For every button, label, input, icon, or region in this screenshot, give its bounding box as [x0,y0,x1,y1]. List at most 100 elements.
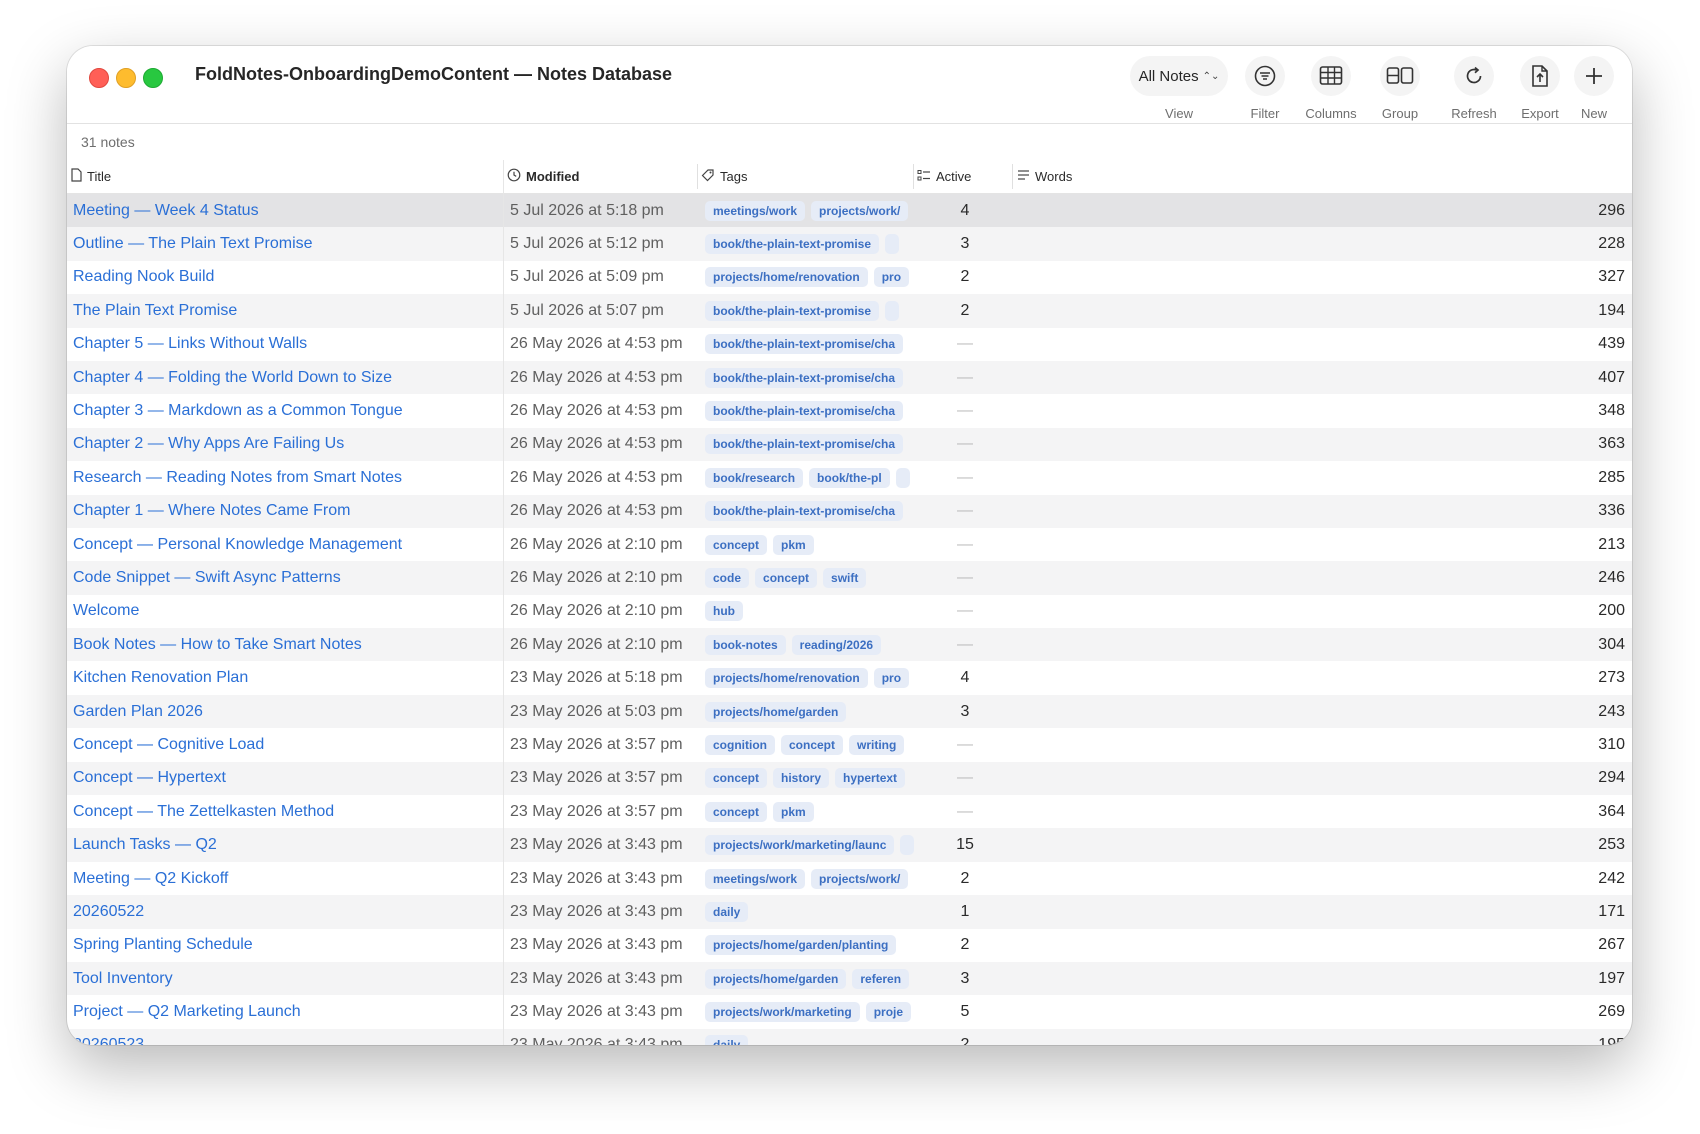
table-row[interactable]: Chapter 4 — Folding the World Down to Si… [67,360,1632,395]
column-header-words[interactable]: Words [1017,160,1072,193]
note-title-link[interactable]: Reading Nook Build [73,268,503,286]
column-header-active[interactable]: Active [917,160,971,193]
tag-chip[interactable]: projects/home/renovation [705,267,868,288]
tag-chip[interactable]: concept [705,534,768,555]
view-select[interactable]: All Notes ⌃⌄ [1130,56,1228,96]
table-row[interactable]: 20260523 23 May 2026 at 3:43 pm daily 2 195 [67,1028,1632,1045]
table-row[interactable]: Garden Plan 2026 23 May 2026 at 5:03 pm pr… [67,694,1632,729]
export-button[interactable] [1520,56,1560,96]
refresh-button[interactable] [1454,56,1494,96]
tag-chip[interactable]: projects/work/marketing [705,1002,860,1023]
tag-chip[interactable]: meetings/work [705,200,806,221]
tag-chip[interactable] [885,234,900,255]
tag-chip[interactable]: code [705,567,750,588]
table-row[interactable]: Reading Nook Build 5 Jul 2026 at 5:09 pm p… [67,261,1632,294]
note-title-link[interactable]: Meeting — Week 4 Status [73,202,503,220]
tag-chip[interactable]: pkm [773,534,814,555]
column-header-title[interactable]: Title [71,160,111,193]
tag-chip[interactable]: history [773,768,830,789]
note-title-link[interactable]: Chapter 2 — Why Apps Are Failing Us [73,435,503,453]
column-header-tags[interactable]: Tags [701,160,747,193]
close-window-button[interactable] [89,68,109,88]
column-divider[interactable] [1012,164,1013,189]
table-row[interactable]: Outline — The Plain Text Promise 5 Jul 20… [67,227,1632,261]
note-title-link[interactable]: Spring Planting Schedule [73,936,503,954]
table-row[interactable]: Welcome 26 May 2026 at 2:10 pm hub — 200 [67,595,1632,628]
table-row[interactable]: Concept — Personal Knowledge Management 2… [67,528,1632,561]
tag-chip[interactable]: hub [705,601,743,622]
tag-chip[interactable]: book/the-pl [809,467,890,488]
note-title-link[interactable]: Chapter 3 — Markdown as a Common Tongue [73,402,503,420]
group-button[interactable] [1380,56,1420,96]
tag-chip[interactable]: projects/work/marketing/launc [705,835,895,856]
note-title-link[interactable]: Book Notes — How to Take Smart Notes [73,636,503,654]
note-title-link[interactable]: 20260522 [73,903,503,921]
tag-chip[interactable]: book-notes [705,634,786,655]
table-row[interactable]: Code Snippet — Swift Async Patterns 26 Ma… [67,561,1632,595]
tag-chip[interactable]: daily [705,1035,749,1045]
tag-chip[interactable]: projects/home/garden [705,701,847,722]
tag-chip[interactable]: swift [823,567,867,588]
tag-chip[interactable]: book/the-plain-text-promise/cha [705,501,904,522]
table-row[interactable]: Book Notes — How to Take Smart Notes 26 M… [67,628,1632,662]
tag-chip[interactable] [885,300,900,321]
tag-chip[interactable]: projects/home/garden [705,968,847,989]
filter-button[interactable] [1245,56,1285,96]
note-title-link[interactable]: Outline — The Plain Text Promise [73,235,503,253]
note-title-link[interactable]: Chapter 4 — Folding the World Down to Si… [73,369,503,387]
table-row[interactable]: Chapter 1 — Where Notes Came From 26 May … [67,494,1632,528]
tag-chip[interactable]: book/the-plain-text-promise/cha [705,367,904,388]
tag-chip[interactable] [900,835,915,856]
table-row[interactable]: Meeting — Week 4 Status 5 Jul 2026 at 5:1… [67,194,1632,228]
columns-button[interactable] [1311,56,1351,96]
tag-chip[interactable]: cognition [705,734,775,755]
tag-chip[interactable]: writing [849,734,905,755]
tag-chip[interactable]: projects/work/ [811,200,909,221]
tag-chip[interactable]: projects/home/garden/planting [705,935,897,956]
note-title-link[interactable]: Concept — Cognitive Load [73,736,503,754]
tag-chip[interactable]: referen [852,968,910,989]
table-row[interactable]: Tool Inventory 23 May 2026 at 3:43 pm proj… [67,961,1632,996]
note-title-link[interactable]: Concept — Personal Knowledge Management [73,536,503,554]
table-row[interactable]: 20260522 23 May 2026 at 3:43 pm daily 1 171 [67,895,1632,929]
note-title-link[interactable]: Code Snippet — Swift Async Patterns [73,569,503,587]
tag-chip[interactable]: pro [873,267,910,288]
note-title-link[interactable]: The Plain Text Promise [73,302,503,320]
tag-chip[interactable]: daily [705,901,749,922]
column-divider[interactable] [697,164,698,189]
tag-chip[interactable]: concept [705,768,768,789]
tag-chip[interactable]: reading/2026 [791,634,882,655]
note-title-link[interactable]: Meeting — Q2 Kickoff [73,870,503,888]
note-title-link[interactable]: Concept — The Zettelkasten Method [73,803,503,821]
tag-chip[interactable]: book/the-plain-text-promise [705,300,880,321]
note-title-link[interactable]: Launch Tasks — Q2 [73,836,503,854]
note-title-link[interactable]: 20260523 [73,1036,503,1045]
note-title-link[interactable]: Welcome [73,602,503,620]
tag-chip[interactable]: concept [755,567,818,588]
table-row[interactable]: Kitchen Renovation Plan 23 May 2026 at 5:… [67,661,1632,694]
note-title-link[interactable]: Kitchen Renovation Plan [73,669,503,687]
table-row[interactable]: Research — Reading Notes from Smart Note… [67,461,1632,494]
tag-chip[interactable]: projects/work/ [811,868,909,889]
tag-chip[interactable]: projects/home/renovation [705,668,868,689]
table-row[interactable]: Concept — Hypertext 23 May 2026 at 3:57 p… [67,761,1632,796]
table-row[interactable]: Chapter 2 — Why Apps Are Failing Us 26 Ma… [67,427,1632,462]
column-header-modified[interactable]: Modified [507,160,579,193]
column-divider[interactable] [913,164,914,189]
tag-chip[interactable]: meetings/work [705,868,806,889]
table-row[interactable]: Chapter 5 — Links Without Walls 26 May 20… [67,328,1632,361]
table-row[interactable]: Concept — The Zettelkasten Method 23 May … [67,795,1632,828]
note-title-link[interactable]: Garden Plan 2026 [73,703,503,721]
tag-chip[interactable]: book/research [705,467,804,488]
tag-chip[interactable]: book/the-plain-text-promise [705,234,880,255]
table-row[interactable]: Meeting — Q2 Kickoff 23 May 2026 at 3:43 … [67,862,1632,895]
note-title-link[interactable]: Research — Reading Notes from Smart Note… [73,469,503,487]
table-row[interactable]: Project — Q2 Marketing Launch 23 May 2026… [67,995,1632,1028]
tag-chip[interactable]: book/the-plain-text-promise/cha [705,401,904,422]
table-row[interactable]: Spring Planting Schedule 23 May 2026 at 3… [67,929,1632,962]
tag-chip[interactable]: pkm [773,801,814,822]
tag-chip[interactable]: book/the-plain-text-promise/cha [705,434,904,455]
tag-chip[interactable]: proje [865,1002,912,1023]
note-title-link[interactable]: Chapter 5 — Links Without Walls [73,335,503,353]
note-title-link[interactable]: Tool Inventory [73,970,503,988]
